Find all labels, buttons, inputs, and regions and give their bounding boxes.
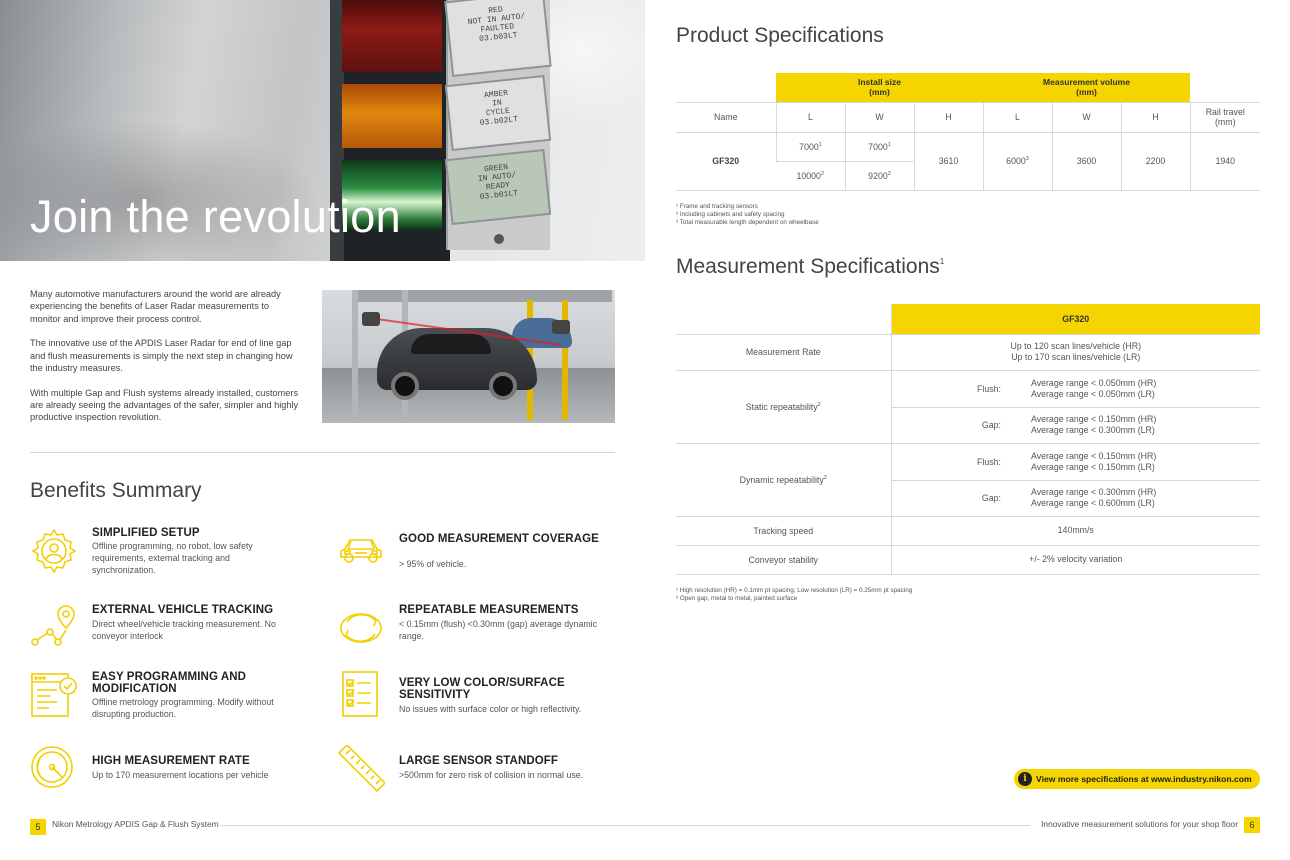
- measurement-volume-header: Measurement volume (mm): [983, 73, 1190, 102]
- benefit-title: EXTERNAL VEHICLE TRACKING: [92, 604, 274, 616]
- product-specs-title: Product Specifications: [676, 24, 884, 47]
- benefit-title: REPEATABLE MEASUREMENTS: [399, 604, 579, 616]
- measurement-specs-table: GF320 Measurement Rate Up to 120 scan li…: [676, 304, 1260, 575]
- benefit-description: Direct wheel/vehicle tracking measuremen…: [92, 619, 276, 641]
- table-cell: +/- 2% velocity variation: [891, 545, 1260, 575]
- benefit-description: >500mm for zero risk of collision in nor…: [399, 770, 584, 780]
- benefit-description: Offline programming, no robot, low safet…: [92, 541, 253, 575]
- benefits-title: Benefits Summary: [30, 479, 202, 502]
- install-size-header: Install size (mm): [776, 73, 983, 102]
- hero-title: Join the revolution: [30, 191, 401, 242]
- red-status-plate: RED NOT IN AUTO/ FAULTED 03.b03LT: [444, 0, 552, 78]
- intro-paragraph: Many automotive manufacturers around the…: [30, 289, 281, 324]
- column-header: Rail travel (mm): [1189, 102, 1260, 133]
- benefit-description: < 0.15mm (flush) <0.30mm (gap) average d…: [399, 619, 598, 641]
- section-divider: [30, 452, 615, 453]
- table-cell: 3600: [1051, 132, 1121, 191]
- repeat-cycle-icon: [340, 613, 382, 643]
- benefit-description: No issues with surface color or high ref…: [399, 704, 582, 714]
- table-cell: 92002: [844, 161, 914, 191]
- table-cell: 70001: [775, 132, 845, 162]
- table-cell: Average range < 0.300mm (HR) Average rang…: [1011, 480, 1260, 517]
- benefit-title: EASY PROGRAMMING AND MODIFICATION: [92, 671, 247, 695]
- benefit-title: HIGH MEASUREMENT RATE: [92, 755, 250, 767]
- page-number: 5: [30, 819, 46, 835]
- left-page: RED NOT IN AUTO/ FAULTED 03.b03LT AMBER IN …: [0, 0, 645, 860]
- benefit-title: GOOD MEASUREMENT COVERAGE: [399, 533, 599, 545]
- benefit-description: Offline metrology programming. Modify wi…: [92, 697, 274, 719]
- intro-text: Many automotive manufacturers around the…: [30, 288, 300, 436]
- row-label: Static repeatability2: [676, 370, 892, 444]
- table-cell: Up to 120 scan lines/vehicle (HR) Up to 1…: [891, 334, 1260, 371]
- intro-paragraph: The innovative use of the APDIS Laser Ra…: [30, 338, 293, 373]
- benefit-description: Up to 170 measurement locations per vehi…: [92, 770, 269, 780]
- product-name: GF320: [676, 132, 776, 191]
- measurement-specs-title: Measurement Specifications1: [676, 255, 945, 278]
- benefit-title: LARGE SENSOR STANDOFF: [399, 755, 559, 767]
- flush-label: Flush:: [891, 443, 1011, 481]
- intro-paragraph: With multiple Gap and Flush systems alre…: [30, 387, 299, 423]
- view-more-label: View more specifications at www.industry…: [1036, 774, 1252, 784]
- measurement-footnotes: ¹ High resolution (HR) = 0.1mm pt spacin…: [676, 587, 913, 602]
- table-cell: Average range < 0.150mm (HR) Average rang…: [1011, 407, 1260, 444]
- table-cell: 140mm/s: [891, 516, 1260, 546]
- column-header: Name: [676, 102, 776, 133]
- column-header: H: [1120, 102, 1190, 133]
- table-cell: Average range < 0.050mm (HR) Average rang…: [1011, 370, 1260, 408]
- product-specs-table: Install size (mm) Measurement volume (mm) …: [676, 73, 1260, 191]
- product-footnotes: ¹ Frame and tracking sensors ² Including…: [676, 203, 819, 226]
- tracking-path-icon: [31, 605, 75, 646]
- gf320-header: GF320: [891, 304, 1260, 335]
- row-label: Conveyor stability: [676, 545, 892, 575]
- ruler-icon: [337, 745, 385, 793]
- column-header: L: [982, 102, 1052, 133]
- table-cell: 1940: [1189, 132, 1260, 191]
- row-label: Tracking speed: [676, 516, 892, 546]
- view-more-specs-link[interactable]: i View more specifications at www.indust…: [1014, 769, 1260, 789]
- benefit-title: SIMPLIFIED SETUP: [92, 527, 200, 539]
- footer-text: Innovative measurement solutions for you…: [1041, 819, 1238, 829]
- speedometer-icon: [31, 746, 73, 788]
- page-number: 6: [1244, 817, 1260, 833]
- right-page: Product Specifications Install size (mm) …: [645, 0, 1290, 860]
- table-cell: Average range < 0.150mm (HR) Average rang…: [1011, 443, 1260, 481]
- amber-lamp: [342, 84, 442, 148]
- hero-image: RED NOT IN AUTO/ FAULTED 03.b03LT AMBER IN …: [0, 0, 645, 261]
- footer-text: Nikon Metrology APDIS Gap & Flush System: [52, 819, 219, 829]
- column-header: L: [775, 102, 845, 133]
- gap-label: Gap:: [891, 407, 1011, 444]
- column-header: H: [913, 102, 983, 133]
- table-cell: 60003: [982, 132, 1052, 191]
- program-window-check-icon: [31, 673, 77, 717]
- table-cell: 70001: [844, 132, 914, 162]
- red-lamp: [342, 0, 442, 72]
- benefit-title: VERY LOW COLOR/SURFACE SENSITIVITY: [399, 677, 565, 701]
- benefit-description: > 95% of vehicle.: [399, 559, 467, 569]
- table-cell: 100002: [776, 161, 845, 191]
- row-label: Measurement Rate: [676, 334, 892, 371]
- checklist-icon: [342, 671, 378, 717]
- page-footer: Innovative measurement solutions for you…: [645, 817, 1260, 833]
- info-icon: i: [1018, 772, 1032, 786]
- page-footer: 5 Nikon Metrology APDIS Gap & Flush Syst…: [30, 817, 645, 835]
- gap-label: Gap:: [891, 480, 1011, 517]
- car-icon: [340, 539, 382, 563]
- row-label: Dynamic repeatability2: [676, 443, 892, 517]
- table-cell: 3610: [913, 132, 983, 191]
- gear-person-icon: [31, 528, 77, 574]
- column-header: W: [1051, 102, 1121, 133]
- green-status-plate: GREEN IN AUTO/ READY 03.b01LT: [444, 148, 552, 226]
- table-cell: 2200: [1120, 132, 1190, 191]
- flush-label: Flush:: [891, 370, 1011, 408]
- inspection-cell-photo: [322, 290, 615, 423]
- amber-status-plate: AMBER IN CYCLE 03.b02LT: [444, 74, 552, 152]
- column-header: W: [844, 102, 914, 133]
